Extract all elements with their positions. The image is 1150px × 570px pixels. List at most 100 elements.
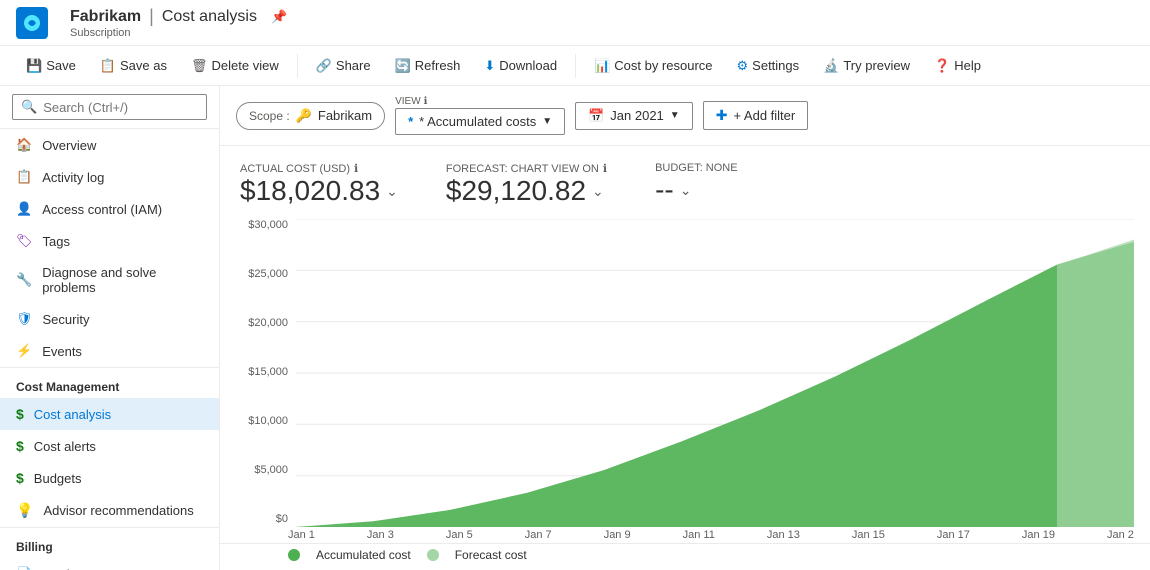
- sidebar-item-cost-alerts[interactable]: $ Cost alerts: [0, 430, 219, 462]
- sidebar-item-invoices[interactable]: 📄 Invoices: [0, 558, 219, 570]
- save-icon: 💾: [26, 58, 42, 74]
- section-cost-management: Cost Management: [0, 367, 219, 398]
- y-label-0: $0: [236, 513, 288, 525]
- add-filter-label: + Add filter: [733, 108, 795, 123]
- settings-button[interactable]: ⚙ Settings: [727, 53, 810, 79]
- save-button[interactable]: 💾 Save: [16, 53, 86, 79]
- toolbar-separator-2: [575, 54, 576, 78]
- advisor-icon: 💡: [16, 502, 33, 519]
- overview-icon: 🏠: [16, 137, 32, 153]
- activity-log-icon: 📋: [16, 169, 32, 185]
- actual-cost-value: $18,020.83: [240, 175, 380, 207]
- chart-svg: [296, 219, 1134, 527]
- scope-value: Fabrikam: [318, 108, 372, 123]
- sidebar: 🔍 🏠 Overview 📋 Activity log 👤 Access con…: [0, 86, 220, 570]
- help-button[interactable]: ❓ Help: [924, 53, 991, 79]
- sidebar-nav: 🏠 Overview 📋 Activity log 👤 Access contr…: [0, 129, 219, 570]
- kpi-forecast-cost: FORECAST: CHART VIEW ON ℹ $29,120.82 ⌄: [446, 162, 607, 207]
- sidebar-item-diagnose[interactable]: 🔧 Diagnose and solve problems: [0, 257, 219, 303]
- events-icon: ⚡: [16, 343, 32, 359]
- accumulated-cost-legend-label: Accumulated cost: [316, 548, 411, 562]
- refresh-icon: 🔄: [395, 58, 411, 74]
- share-button[interactable]: 🔗 Share: [306, 53, 381, 79]
- actual-cost-caret-icon[interactable]: ⌄: [386, 183, 398, 200]
- date-value: Jan 2021: [610, 108, 664, 123]
- chart-x-axis: Jan 1 Jan 3 Jan 5 Jan 7 Jan 9 Jan 11 Jan…: [220, 527, 1150, 543]
- scope-label: Scope :: [249, 109, 290, 123]
- x-label-jan19: Jan 19: [1022, 529, 1055, 541]
- scope-selector[interactable]: Scope : 🔑 Fabrikam: [236, 102, 385, 130]
- x-label-jan11: Jan 11: [683, 529, 715, 541]
- tags-icon: 🏷: [16, 233, 33, 249]
- x-label-jan3: Jan 3: [367, 529, 394, 541]
- view-dropdown[interactable]: * * Accumulated costs ▼: [395, 108, 565, 135]
- invoices-icon: 📄: [16, 566, 32, 570]
- view-info-icon[interactable]: ℹ: [424, 96, 428, 107]
- settings-icon: ⚙: [737, 58, 749, 74]
- accumulated-cost-legend-dot: [288, 549, 300, 561]
- y-label-30000: $30,000: [236, 219, 288, 231]
- sidebar-item-advisor[interactable]: 💡 Advisor recommendations: [0, 494, 219, 527]
- view-label: VIEW: [395, 96, 421, 107]
- cost-alerts-icon: $: [16, 438, 24, 454]
- view-chevron-icon: ▼: [542, 116, 552, 127]
- kpi-actual-cost: ACTUAL COST (USD) ℹ $18,020.83 ⌄: [240, 162, 398, 207]
- sidebar-item-activity-log[interactable]: 📋 Activity log: [0, 161, 219, 193]
- section-billing: Billing: [0, 527, 219, 558]
- x-label-jan13: Jan 13: [767, 529, 800, 541]
- kpi-budget: BUDGET: NONE -- ⌄: [655, 162, 738, 206]
- cost-analysis-icon: $: [16, 406, 24, 422]
- date-picker[interactable]: 📅 Jan 2021 ▼: [575, 102, 693, 130]
- sidebar-item-tags[interactable]: 🏷 Tags: [0, 225, 219, 257]
- budget-caret-icon[interactable]: ⌄: [680, 182, 692, 199]
- forecast-cost-caret-icon[interactable]: ⌄: [592, 183, 604, 200]
- forecast-cost-info-icon[interactable]: ℹ: [603, 162, 607, 175]
- search-input[interactable]: [43, 100, 219, 115]
- x-label-jan15: Jan 15: [852, 529, 885, 541]
- delete-view-button[interactable]: 🗑 Delete view: [181, 53, 289, 79]
- toolbar: 💾 Save 📋 Save as 🗑 Delete view 🔗 Share 🔄…: [0, 46, 1150, 86]
- forecast-cost-legend-dot: [427, 549, 439, 561]
- x-label-jan17: Jan 17: [937, 529, 970, 541]
- save-as-button[interactable]: 📋 Save as: [90, 53, 177, 79]
- sidebar-item-budgets[interactable]: $ Budgets: [0, 462, 219, 494]
- help-icon: ❓: [934, 58, 950, 74]
- delete-icon: 🗑: [191, 58, 208, 74]
- calendar-icon: 📅: [588, 108, 604, 124]
- try-preview-icon: 🔬: [823, 58, 839, 74]
- toolbar-separator-1: [297, 54, 298, 78]
- y-label-20000: $20,000: [236, 317, 288, 329]
- save-as-icon: 📋: [100, 58, 116, 74]
- budget-value: --: [655, 174, 674, 206]
- pin-icon[interactable]: 📌: [271, 9, 287, 25]
- download-button[interactable]: ⬇ Download: [474, 53, 567, 79]
- chart-y-axis: $30,000 $25,000 $20,000 $15,000 $10,000 …: [236, 219, 288, 527]
- access-control-icon: 👤: [16, 201, 32, 217]
- security-icon: 🛡: [16, 311, 33, 327]
- cost-by-resource-icon: 📊: [594, 58, 610, 74]
- asterisk: *: [408, 114, 413, 129]
- view-value: * Accumulated costs: [419, 114, 536, 129]
- header-subtitle: Subscription: [70, 27, 287, 39]
- y-label-10000: $10,000: [236, 415, 288, 427]
- add-filter-button[interactable]: ✚ + Add filter: [703, 101, 809, 130]
- sidebar-item-cost-analysis[interactable]: $ Cost analysis: [0, 398, 219, 430]
- x-label-jan5: Jan 5: [446, 529, 473, 541]
- budget-label: BUDGET: NONE: [655, 162, 738, 174]
- forecast-cost-label: FORECAST: CHART VIEW ON: [446, 163, 599, 175]
- sidebar-item-events[interactable]: ⚡ Events: [0, 335, 219, 367]
- date-chevron-icon: ▼: [670, 110, 680, 121]
- sidebar-item-access-control[interactable]: 👤 Access control (IAM): [0, 193, 219, 225]
- chart-canvas: [296, 219, 1134, 527]
- sidebar-item-security[interactable]: 🛡 Security: [0, 303, 219, 335]
- sidebar-item-overview[interactable]: 🏠 Overview: [0, 129, 219, 161]
- actual-cost-info-icon[interactable]: ℹ: [354, 162, 358, 175]
- y-label-25000: $25,000: [236, 268, 288, 280]
- try-preview-button[interactable]: 🔬 Try preview: [813, 53, 920, 79]
- header-separator: |: [149, 6, 154, 27]
- content-toolbar: Scope : 🔑 Fabrikam VIEW ℹ * * Accumulate…: [220, 86, 1150, 146]
- share-icon: 🔗: [316, 58, 332, 74]
- refresh-button[interactable]: 🔄 Refresh: [385, 53, 471, 79]
- cost-by-resource-button[interactable]: 📊 Cost by resource: [584, 53, 722, 79]
- scope-key-icon: 🔑: [296, 108, 312, 124]
